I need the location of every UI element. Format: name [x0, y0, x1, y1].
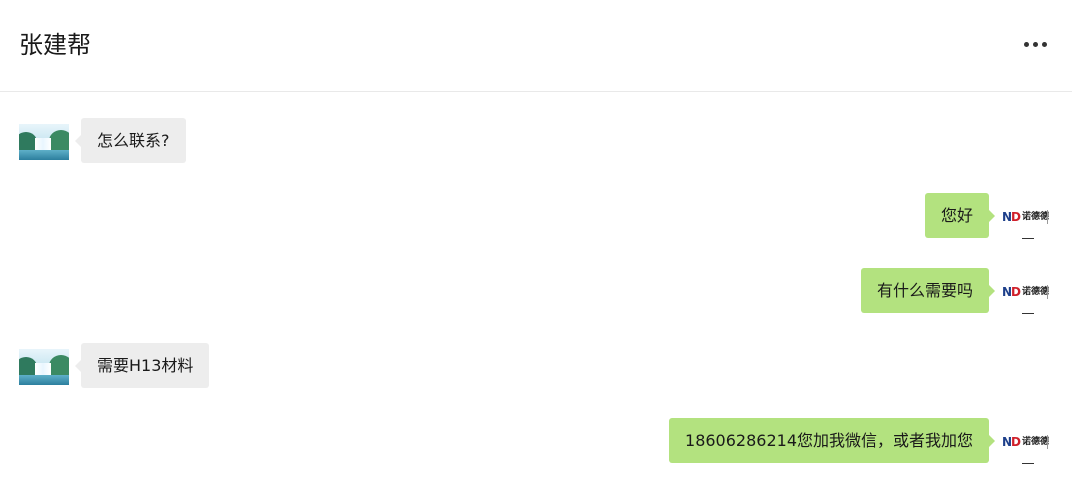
brand-logo-icon: ND 诺德德: [1000, 272, 1056, 316]
message-bubble-outgoing[interactable]: 有什么需要吗: [860, 268, 996, 313]
my-avatar[interactable]: ND 诺德德: [1000, 197, 1056, 241]
chat-title: 张建帮: [19, 31, 91, 59]
more-dot: [1042, 42, 1047, 47]
message-row: 您好 ND 诺德德: [0, 193, 1072, 243]
contact-avatar[interactable]: [19, 124, 69, 160]
message-row: 需要H13材料: [0, 343, 1072, 393]
brand-logo-icon: ND 诺德德: [1000, 422, 1056, 466]
my-avatar[interactable]: ND 诺德德: [1000, 422, 1056, 466]
chat-window: 张建帮 怎么联系? 您好 ND 诺德德 有什么需要吗 ND 诺德德 需要H13材…: [0, 0, 1072, 504]
landscape-avatar-icon: [19, 349, 69, 385]
more-dot: [1024, 42, 1029, 47]
brand-logo-icon: ND 诺德德: [1000, 197, 1056, 241]
chat-header: 张建帮: [0, 0, 1072, 92]
more-dot: [1033, 42, 1038, 47]
message-bubble-incoming[interactable]: 需要H13材料: [74, 343, 210, 388]
message-row: 有什么需要吗 ND 诺德德: [0, 268, 1072, 318]
message-bubble-incoming[interactable]: 怎么联系?: [75, 118, 186, 163]
contact-avatar[interactable]: [19, 349, 69, 385]
landscape-avatar-icon: [19, 124, 69, 160]
my-avatar[interactable]: ND 诺德德: [1000, 272, 1056, 316]
more-options-icon[interactable]: [1024, 40, 1048, 50]
message-row: 怎么联系?: [0, 118, 1072, 168]
message-bubble-outgoing[interactable]: 18606286214您加我微信，或者我加您: [669, 418, 995, 463]
message-row: 18606286214您加我微信，或者我加您 ND 诺德德: [0, 418, 1072, 468]
message-bubble-outgoing[interactable]: 您好: [924, 193, 996, 238]
